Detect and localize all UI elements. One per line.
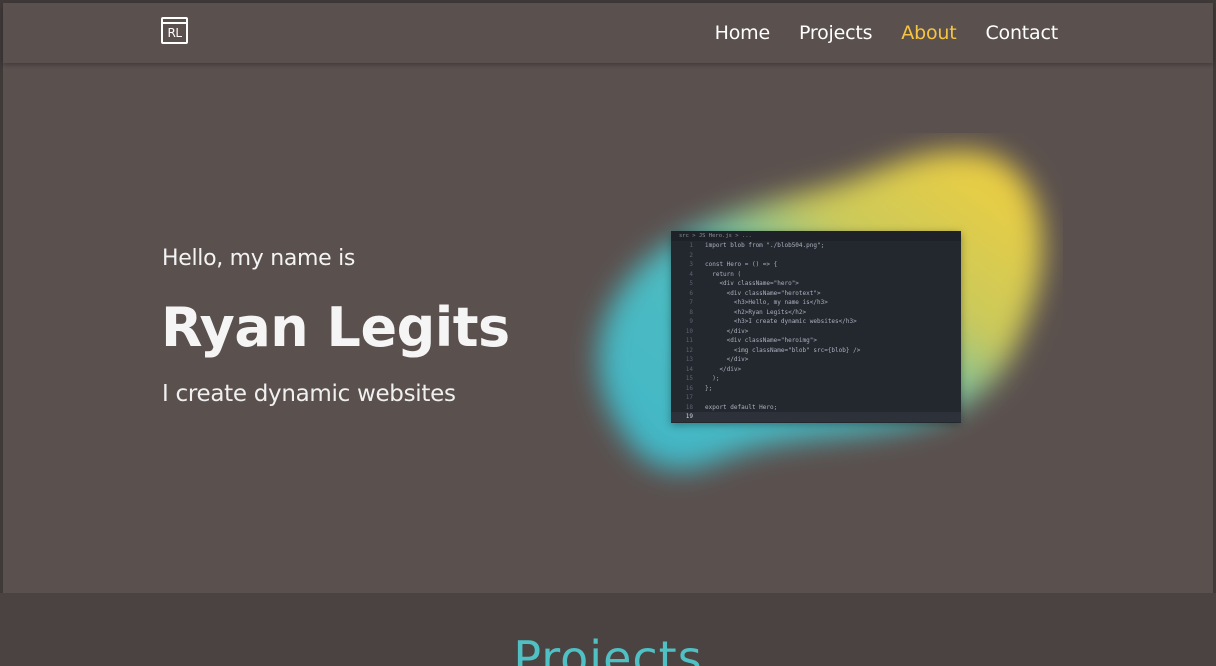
nav-link-about[interactable]: About	[901, 21, 956, 45]
line-source: <h2>Ryan Legits</h2>	[705, 308, 807, 316]
code-line: 17	[671, 393, 961, 403]
line-number: 9	[689, 318, 693, 325]
code-line: 2	[671, 251, 961, 261]
code-line: 11 <div className="heroimg">	[671, 336, 961, 346]
line-number: 2	[689, 251, 693, 259]
line-source: const Hero = () => {	[705, 261, 778, 268]
hero-name: Ryan Legits	[161, 296, 510, 359]
logo-text: RL	[167, 26, 182, 40]
nav-link-contact[interactable]: Contact	[985, 21, 1058, 45]
nav-links: Home Projects About Contact	[715, 21, 1059, 45]
code-line: 16};	[671, 384, 961, 394]
hero-greeting: Hello, my name is	[162, 246, 356, 271]
hero-tagline: I create dynamic websites	[162, 381, 456, 407]
line-source: };	[705, 384, 713, 392]
line-number: 6	[689, 289, 693, 297]
projects-title: Projects	[513, 631, 703, 666]
code-line: 3 const Hero = () => {	[671, 260, 961, 270]
code-line: 1 import blob from "./blob504.png";	[671, 241, 961, 251]
line-number: 5	[689, 280, 693, 287]
line-source: );	[705, 375, 720, 382]
line-number: 11	[685, 337, 693, 344]
code-line: 4 return (	[671, 270, 961, 280]
line-number: 19	[685, 413, 693, 420]
line-source: <h3>Hello, my name is</h3>	[705, 299, 828, 306]
code-screenshot: src > JS Hero.js > ... 1 import blob from…	[671, 231, 961, 423]
line-number: 7	[689, 299, 693, 306]
code-line: 14 </div>	[671, 365, 961, 375]
nav-link-home[interactable]: Home	[715, 21, 771, 45]
line-source: <h3>I create dynamic websites</h3>	[705, 318, 857, 325]
code-line: 18 export default Hero;	[671, 403, 961, 413]
line-number: 18	[685, 403, 693, 411]
line-number: 3	[689, 261, 693, 268]
code-lines: 1 import blob from "./blob504.png"; 2 3 cons…	[671, 241, 961, 422]
line-source: <div className="hero">	[705, 280, 799, 287]
line-number: 17	[685, 394, 693, 401]
line-source: return (	[705, 270, 742, 278]
line-number: 10	[685, 327, 693, 335]
logo-window-bar	[163, 22, 186, 24]
code-line: 8 <h2>Ryan Legits</h2>	[671, 308, 961, 318]
line-number: 12	[685, 346, 693, 354]
nav-link-projects[interactable]: Projects	[799, 21, 873, 45]
line-source: </div>	[705, 365, 742, 373]
line-source: </div>	[705, 356, 749, 363]
line-source: export default Hero;	[705, 403, 778, 411]
code-tab-bar: src > JS Hero.js > ...	[671, 231, 961, 241]
code-line: 5 <div className="hero">	[671, 279, 961, 289]
line-number: 14	[685, 365, 693, 373]
code-line: 6 <div className="herotext">	[671, 289, 961, 299]
line-source: <div className="heroimg">	[705, 337, 817, 344]
code-line: 9 <h3>I create dynamic websites</h3>	[671, 317, 961, 327]
code-line: 13 </div>	[671, 355, 961, 365]
line-source: <div className="herotext">	[705, 289, 821, 297]
navbar: RL Home Projects About Contact	[3, 3, 1213, 63]
code-line: 7 <h3>Hello, my name is</h3>	[671, 298, 961, 308]
code-line: 12 <img className="blob" src={blob} />	[671, 346, 961, 356]
line-source: import blob from "./blob504.png";	[705, 242, 825, 249]
line-source: <img className="blob" src={blob} />	[705, 346, 861, 354]
line-number: 16	[685, 384, 693, 392]
code-line: 19	[671, 412, 961, 422]
projects-section: Projects	[0, 593, 1216, 666]
line-number: 8	[689, 308, 693, 316]
line-number: 15	[685, 375, 693, 382]
code-line: 15 );	[671, 374, 961, 384]
hero-section: Hello, my name is Ryan Legits I create d…	[3, 63, 1213, 593]
line-number: 13	[685, 356, 693, 363]
line-number: 1	[689, 242, 693, 249]
line-number: 4	[689, 270, 693, 278]
line-source: </div>	[705, 327, 749, 335]
logo[interactable]: RL	[161, 17, 188, 44]
code-line: 10 </div>	[671, 327, 961, 337]
